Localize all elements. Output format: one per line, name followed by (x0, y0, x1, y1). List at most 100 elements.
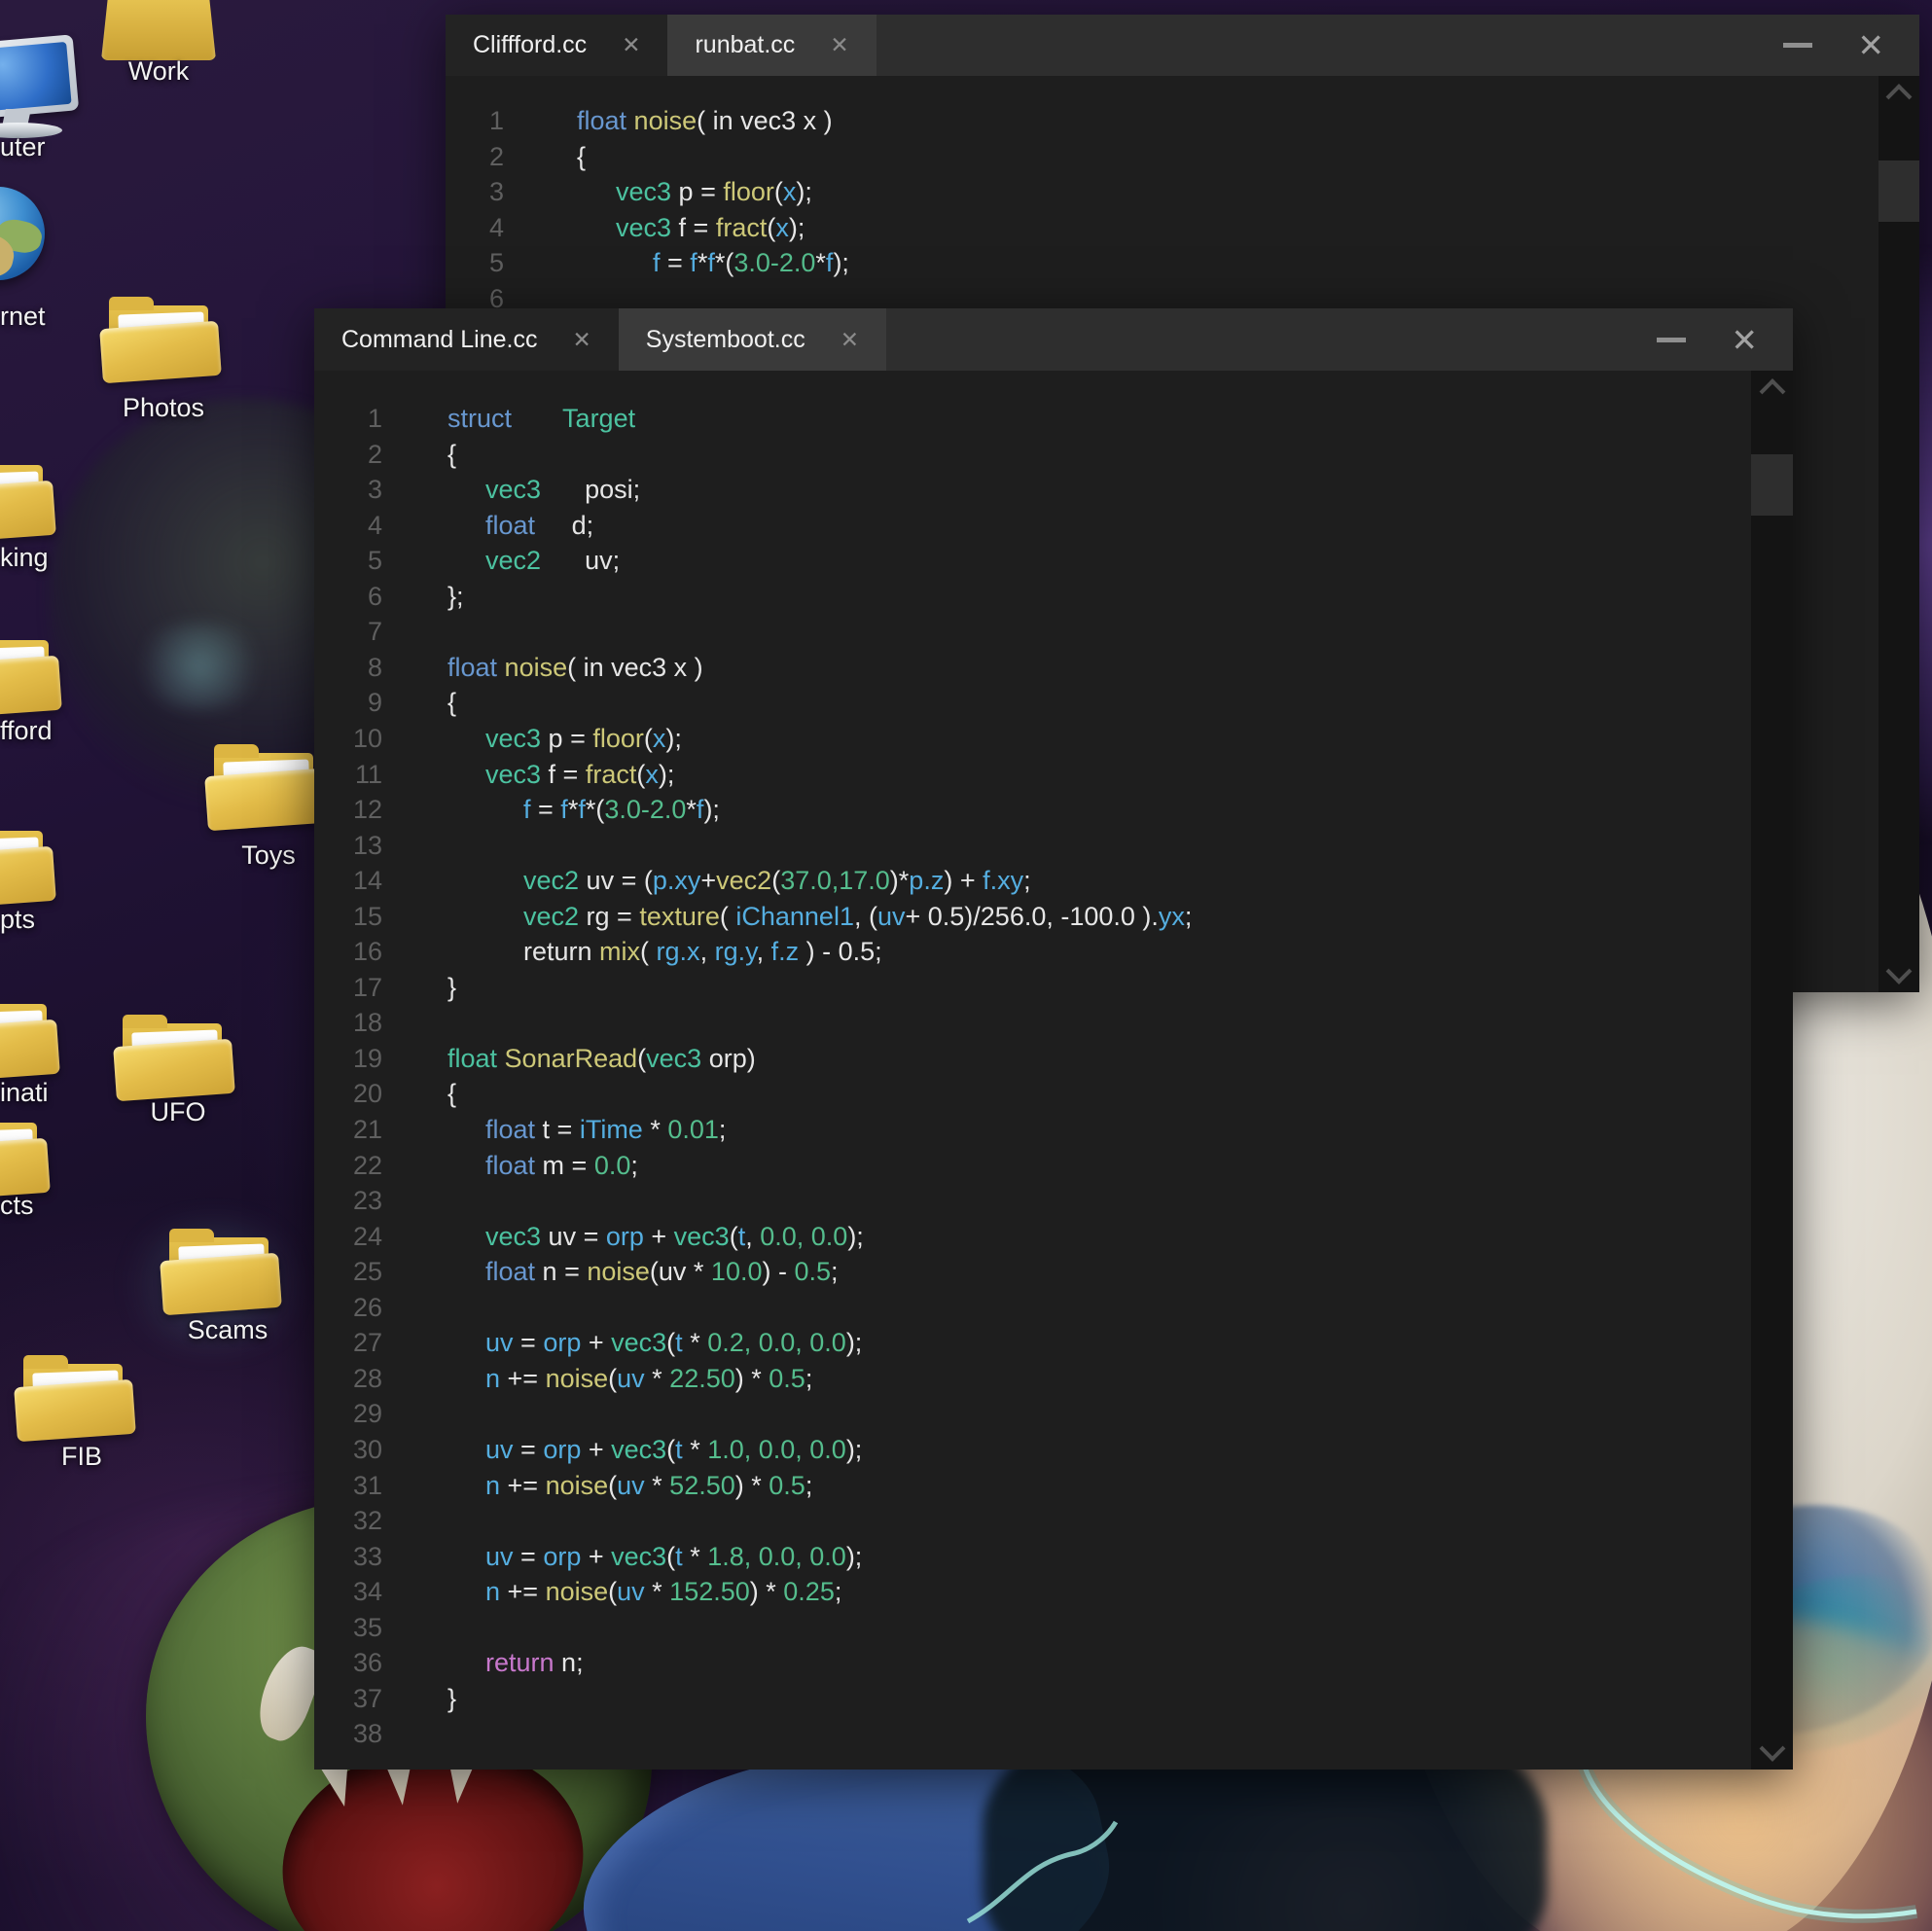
line-number: 7 (314, 614, 382, 649)
code-text: { (577, 139, 586, 174)
line-number: 12 (314, 792, 382, 827)
folder-closed-icon (101, 0, 216, 60)
folder-body (101, 0, 216, 60)
scrollbar-thumb[interactable] (1751, 454, 1793, 516)
line-number: 13 (314, 828, 382, 863)
folder-front (113, 1039, 235, 1101)
tab-cliffford-cc[interactable]: Cliffford.cc✕ (446, 15, 667, 76)
line-number: 31 (314, 1468, 382, 1503)
desktop-icon-inati[interactable] (0, 996, 56, 1076)
line-number: 6 (314, 579, 382, 614)
icon-label-pts[interactable]: pts (0, 905, 35, 935)
icon-label-ufo[interactable]: UFO (151, 1097, 206, 1127)
icon-label-fford[interactable]: fford (0, 716, 53, 746)
icon-label-work[interactable]: Work (128, 56, 190, 87)
desktop-icon-photos[interactable] (103, 298, 218, 377)
desktop-icon-computer[interactable] (0, 39, 76, 138)
code-text: float noise( in vec3 x ) (447, 650, 703, 685)
line-number: 8 (314, 650, 382, 685)
line-number: 25 (314, 1254, 382, 1289)
folder-front (0, 1019, 60, 1082)
scrollbar[interactable] (1751, 371, 1793, 1770)
desktop-icon-fib[interactable] (18, 1356, 132, 1436)
line-number: 2 (446, 139, 504, 174)
line-number: 33 (314, 1539, 382, 1574)
folder-open-icon (0, 457, 53, 537)
line-number: 5 (446, 245, 504, 280)
folder-open-icon (163, 1230, 278, 1309)
desktop-icon-pts[interactable] (0, 823, 53, 903)
icon-label-inati[interactable]: inati (0, 1078, 49, 1108)
folder-front (14, 1379, 136, 1442)
tab-label: Command Line.cc (341, 326, 537, 354)
scrollbar[interactable] (1878, 76, 1919, 992)
line-number: 1 (314, 401, 382, 436)
desktop-icon-internet[interactable] (0, 187, 45, 280)
desktop-icon-king[interactable] (0, 457, 53, 537)
icon-label-king[interactable]: king (0, 543, 49, 573)
line-number: 28 (314, 1361, 382, 1396)
scroll-down-icon[interactable] (1759, 1735, 1785, 1762)
computer-icon (0, 39, 76, 138)
code-text: vec2 rg = texture( iChannel1, (uv+ 0.5)/… (523, 899, 1192, 934)
folder-open-icon (208, 745, 323, 825)
tab-close-icon[interactable]: ✕ (622, 34, 640, 56)
window-controls: ✕ (1748, 15, 1919, 76)
window-commandline: Command Line.cc✕Systemboot.cc✕ ✕ 1struct… (314, 308, 1793, 1770)
icon-label-photos[interactable]: Photos (123, 393, 204, 423)
close-icon[interactable]: ✕ (1731, 324, 1758, 356)
icon-label-cts[interactable]: cts (0, 1191, 34, 1221)
line-number: 19 (314, 1041, 382, 1076)
folder-open-icon (0, 823, 53, 903)
line-number: 20 (314, 1076, 382, 1111)
scroll-up-icon[interactable] (1759, 378, 1785, 405)
icon-label-internet[interactable]: rnet (0, 302, 46, 332)
folder-open-icon (103, 298, 218, 377)
tab-close-icon[interactable]: ✕ (830, 34, 848, 56)
code-text: float m = 0.0; (485, 1148, 638, 1183)
code-text: vec3 uv = orp + vec3(t, 0.0, 0.0); (485, 1219, 864, 1254)
desktop-icon-toys[interactable] (208, 745, 323, 825)
desktop-icon-cts[interactable] (0, 1115, 47, 1195)
close-icon[interactable]: ✕ (1857, 29, 1884, 61)
code-text: uv = orp + vec3(t * 1.0, 0.0, 0.0); (485, 1432, 862, 1467)
line-number: 3 (446, 174, 504, 209)
icon-label-computer[interactable]: uter (0, 132, 46, 162)
line-number: 17 (314, 970, 382, 1005)
line-number: 15 (314, 899, 382, 934)
desktop-icon-scams[interactable] (163, 1230, 278, 1309)
code-text: return n; (485, 1645, 584, 1680)
code-text: } (447, 970, 456, 1005)
tab-runbat-cc[interactable]: runbat.cc✕ (667, 15, 876, 76)
code-text: { (447, 685, 456, 720)
line-number: 29 (314, 1396, 382, 1431)
code-text: vec3 posi; (485, 472, 640, 507)
line-number: 22 (314, 1148, 382, 1183)
icon-label-fib[interactable]: FIB (61, 1442, 102, 1472)
desktop: Work uter rnet Photos king fford Toys pts inati U… (0, 0, 1932, 1931)
desktop-icon-ufo[interactable] (117, 1016, 232, 1095)
code-text: vec3 f = fract(x); (485, 757, 674, 792)
scrollbar-thumb[interactable] (1878, 161, 1919, 222)
folder-open-icon (117, 1016, 232, 1095)
desktop-icon-work[interactable] (101, 0, 216, 60)
line-number: 3 (314, 472, 382, 507)
scroll-down-icon[interactable] (1886, 958, 1913, 984)
line-number: 4 (314, 508, 382, 543)
code-area[interactable]: 1struct Target2{3vec3 posi;4float d;5vec… (314, 371, 1793, 1770)
minimize-icon[interactable] (1657, 338, 1686, 342)
tab-close-icon[interactable]: ✕ (841, 329, 859, 351)
icon-label-scams[interactable]: Scams (188, 1315, 268, 1345)
code-text: n += noise(uv * 52.50) * 0.5; (485, 1468, 812, 1503)
tab-systemboot-cc[interactable]: Systemboot.cc✕ (619, 308, 886, 371)
tab-close-icon[interactable]: ✕ (572, 329, 590, 351)
icon-label-toys[interactable]: Toys (241, 840, 296, 871)
code-text: struct Target (447, 401, 635, 436)
minimize-icon[interactable] (1783, 43, 1812, 48)
scroll-up-icon[interactable] (1886, 84, 1913, 110)
line-number: 14 (314, 863, 382, 898)
tab-command-line-cc[interactable]: Command Line.cc ✕ (314, 308, 619, 371)
code-text: } (447, 1681, 456, 1716)
desktop-icon-fford[interactable] (0, 632, 58, 712)
folder-front (0, 481, 56, 543)
